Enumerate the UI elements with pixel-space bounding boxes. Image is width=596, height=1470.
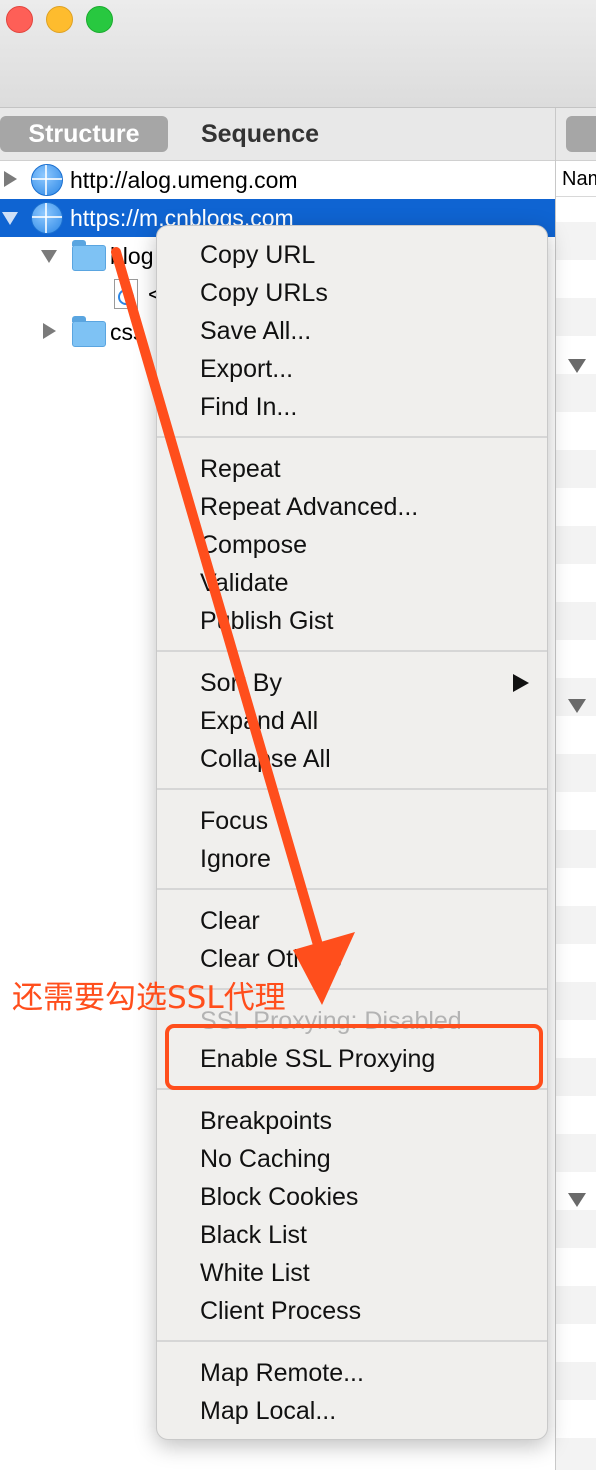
menu-item-copy-url[interactable]: Copy URL: [200, 237, 315, 273]
disclosure-expanded-icon[interactable]: [2, 212, 18, 225]
menu-item-compose[interactable]: Compose: [200, 527, 307, 563]
disclosure-expanded-icon[interactable]: [568, 359, 586, 373]
submenu-arrow-icon: [513, 674, 529, 692]
context-menu: Copy URL Copy URLs Save All... Export...…: [156, 225, 548, 1440]
menu-item-collapse-all[interactable]: Collapse All: [200, 741, 331, 777]
menu-item-breakpoints[interactable]: Breakpoints: [200, 1103, 332, 1139]
annotation-highlight-box: [165, 1024, 543, 1090]
menu-separator: [157, 436, 547, 438]
globe-icon: [31, 164, 63, 196]
menu-item-block-cookies[interactable]: Block Cookies: [200, 1179, 358, 1215]
tab-structure[interactable]: Structure: [0, 116, 168, 152]
detail-tab[interactable]: [566, 116, 596, 152]
zoom-window-button[interactable]: [86, 6, 113, 33]
disclosure-collapsed-icon[interactable]: [43, 323, 56, 339]
menu-item-find-in[interactable]: Find In...: [200, 389, 297, 425]
menu-item-expand-all[interactable]: Expand All: [200, 703, 318, 739]
disclosure-expanded-icon[interactable]: [41, 250, 57, 263]
menu-item-validate[interactable]: Validate: [200, 565, 289, 601]
menu-item-ignore[interactable]: Ignore: [200, 841, 271, 877]
annotation-text: 还需要勾选SSL代理: [12, 980, 286, 1016]
menu-separator: [157, 788, 547, 790]
menu-item-focus[interactable]: Focus: [200, 803, 268, 839]
menu-separator: [157, 888, 547, 890]
menu-separator: [157, 650, 547, 652]
view-tabbar: Structure Sequence: [0, 108, 555, 161]
column-header-name[interactable]: Name: [556, 161, 596, 197]
host-label: http://alog.umeng.com: [70, 167, 298, 193]
close-window-button[interactable]: [6, 6, 33, 33]
menu-item-save-all[interactable]: Save All...: [200, 313, 311, 349]
detail-tabbar: [556, 108, 596, 161]
disclosure-collapsed-icon[interactable]: [4, 171, 17, 187]
menu-item-sort-by[interactable]: Sort By: [200, 665, 282, 701]
detail-pane: Name: [555, 108, 596, 1470]
file-icon: [114, 279, 138, 309]
menu-item-repeat[interactable]: Repeat: [200, 451, 281, 487]
menu-item-no-caching[interactable]: No Caching: [200, 1141, 331, 1177]
menu-item-client-process[interactable]: Client Process: [200, 1293, 361, 1329]
menu-item-copy-urls[interactable]: Copy URLs: [200, 275, 328, 311]
menu-item-repeat-advanced[interactable]: Repeat Advanced...: [200, 489, 418, 525]
window-titlebar: [0, 0, 596, 108]
menu-item-publish-gist[interactable]: Publish Gist: [200, 603, 333, 639]
menu-item-black-list[interactable]: Black List: [200, 1217, 307, 1253]
folder-label: blog: [110, 243, 154, 269]
minimize-window-button[interactable]: [46, 6, 73, 33]
globe-icon: [31, 202, 63, 234]
menu-item-clear[interactable]: Clear: [200, 903, 260, 939]
menu-item-map-local[interactable]: Map Local...: [200, 1393, 336, 1429]
menu-item-export[interactable]: Export...: [200, 351, 293, 387]
folder-label: css: [110, 319, 145, 345]
tab-sequence[interactable]: Sequence: [170, 116, 350, 152]
folder-icon: [72, 316, 106, 347]
menu-item-map-remote[interactable]: Map Remote...: [200, 1355, 364, 1391]
folder-icon: [72, 240, 106, 271]
tree-row-host-alog[interactable]: http://alog.umeng.com: [0, 161, 555, 199]
menu-separator: [157, 1340, 547, 1342]
menu-item-white-list[interactable]: White List: [200, 1255, 310, 1291]
disclosure-expanded-icon[interactable]: [568, 699, 586, 713]
disclosure-expanded-icon[interactable]: [568, 1193, 586, 1207]
